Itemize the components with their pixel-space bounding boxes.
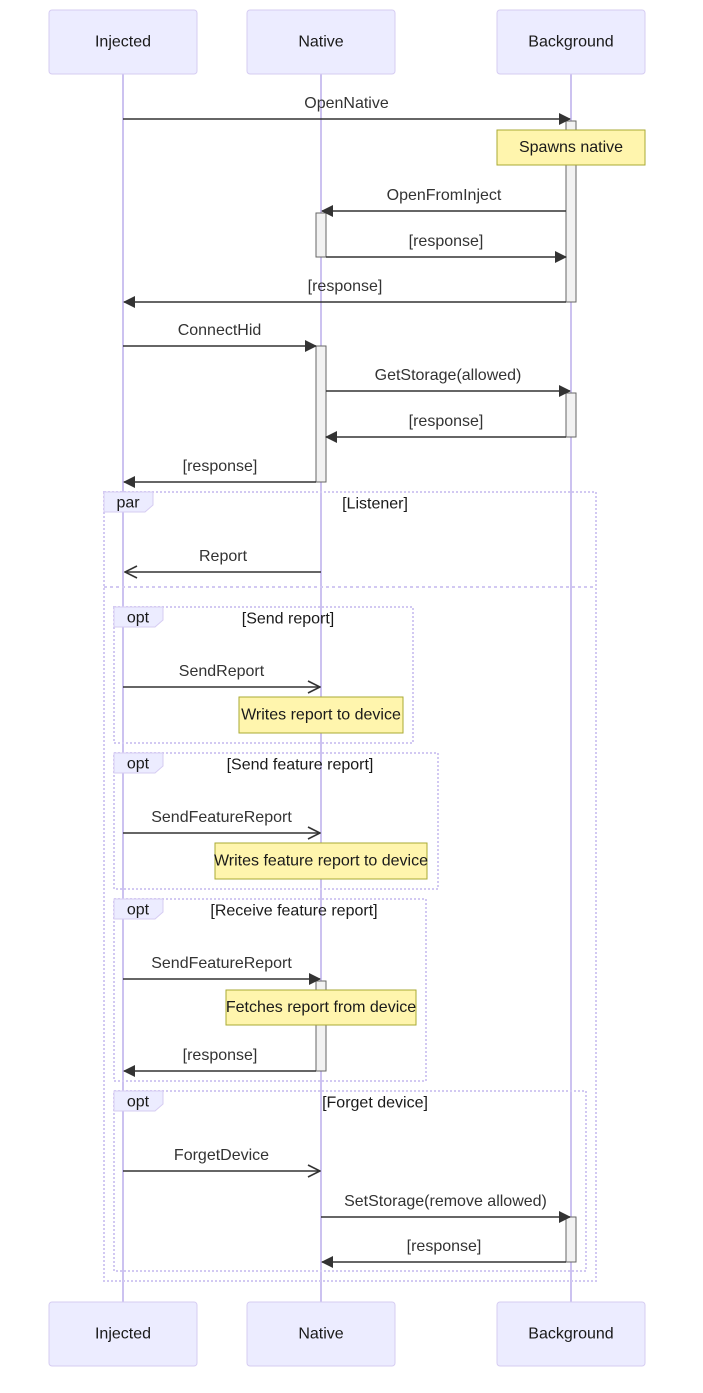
message-label: ConnectHid <box>178 322 262 339</box>
message-m3: [response] <box>326 233 567 263</box>
activation-bar-native <box>315 212 327 258</box>
block-kind-label: opt <box>127 902 150 919</box>
message-m1: OpenNative <box>123 95 571 125</box>
message-label: SendFeatureReport <box>151 809 292 826</box>
participant-label: Injected <box>95 1326 151 1343</box>
participant-background-top: Background <box>496 9 646 75</box>
message-label: SendReport <box>179 663 265 680</box>
message-m6: GetStorage(allowed) <box>326 367 571 397</box>
message-label: [response] <box>409 233 484 250</box>
message-label: [response] <box>183 1047 258 1064</box>
block-condition: [Receive feature report] <box>210 903 377 920</box>
message-label: ForgetDevice <box>174 1147 269 1164</box>
activation-bar-background <box>565 392 577 438</box>
message-label: SendFeatureReport <box>151 955 292 972</box>
participant-label: Background <box>528 1326 613 1343</box>
block-kind-label: opt <box>127 756 150 773</box>
block-condition: [Send feature report] <box>227 757 374 774</box>
message-label: [response] <box>308 278 383 295</box>
participant-label: Injected <box>95 34 151 51</box>
note-n2: Writes report to device <box>238 696 404 734</box>
participant-label: Background <box>528 34 613 51</box>
message-m13: [response] <box>123 1047 316 1077</box>
message-m4: [response] <box>123 278 566 308</box>
participant-injected-top: Injected <box>48 9 198 75</box>
message-label: [response] <box>407 1238 482 1255</box>
note-n1: Spawns native <box>496 129 646 166</box>
block-condition: [Forget device] <box>322 1095 428 1112</box>
message-m16: [response] <box>321 1238 566 1268</box>
message-m9: Report <box>125 548 321 572</box>
participant-label: Native <box>298 34 343 51</box>
message-label: OpenNative <box>304 95 389 112</box>
message-m8: [response] <box>123 458 316 488</box>
block-kind-label: opt <box>127 610 150 627</box>
message-m7: [response] <box>325 413 566 443</box>
participant-native-top: Native <box>246 9 396 75</box>
note-label: Fetches report from device <box>226 999 416 1016</box>
message-m11: SendFeatureReport <box>123 809 320 833</box>
message-m12: SendFeatureReport <box>123 955 321 985</box>
message-label: GetStorage(allowed) <box>375 367 522 384</box>
message-label: OpenFromInject <box>387 187 502 204</box>
participant-native-bottom: Native <box>246 1301 396 1367</box>
sequence-diagram: par [Listener] opt [Send report] opt [Send fe… <box>48 9 646 1367</box>
message-m14: ForgetDevice <box>123 1147 320 1171</box>
block-condition: [Send report] <box>242 611 335 628</box>
message-label: Report <box>199 548 248 565</box>
participant-background-bottom: Background <box>496 1301 646 1367</box>
note-label: Writes feature report to device <box>214 853 428 870</box>
message-m2: OpenFromInject <box>321 187 566 217</box>
message-label: [response] <box>183 458 258 475</box>
block-opt4: opt [Forget device] <box>113 1090 587 1272</box>
note-label: Spawns native <box>519 139 623 156</box>
participant-injected-bottom: Injected <box>48 1301 198 1367</box>
block-frame <box>113 1090 587 1272</box>
message-label: SetStorage(remove allowed) <box>344 1193 547 1210</box>
block-condition: [Listener] <box>342 496 408 513</box>
block-kind-label: opt <box>127 1094 150 1111</box>
note-n3: Writes feature report to device <box>214 842 428 880</box>
participant-label: Native <box>298 1326 343 1343</box>
block-kind-label: par <box>116 495 140 512</box>
activation-bar-native <box>315 345 327 483</box>
note-n4: Fetches report from device <box>225 989 417 1026</box>
activation-bar-background <box>565 1216 577 1263</box>
message-m5: ConnectHid <box>123 322 317 352</box>
note-label: Writes report to device <box>241 707 401 724</box>
message-label: [response] <box>409 413 484 430</box>
message-m15: SetStorage(remove allowed) <box>321 1193 571 1223</box>
message-m10: SendReport <box>123 663 320 687</box>
